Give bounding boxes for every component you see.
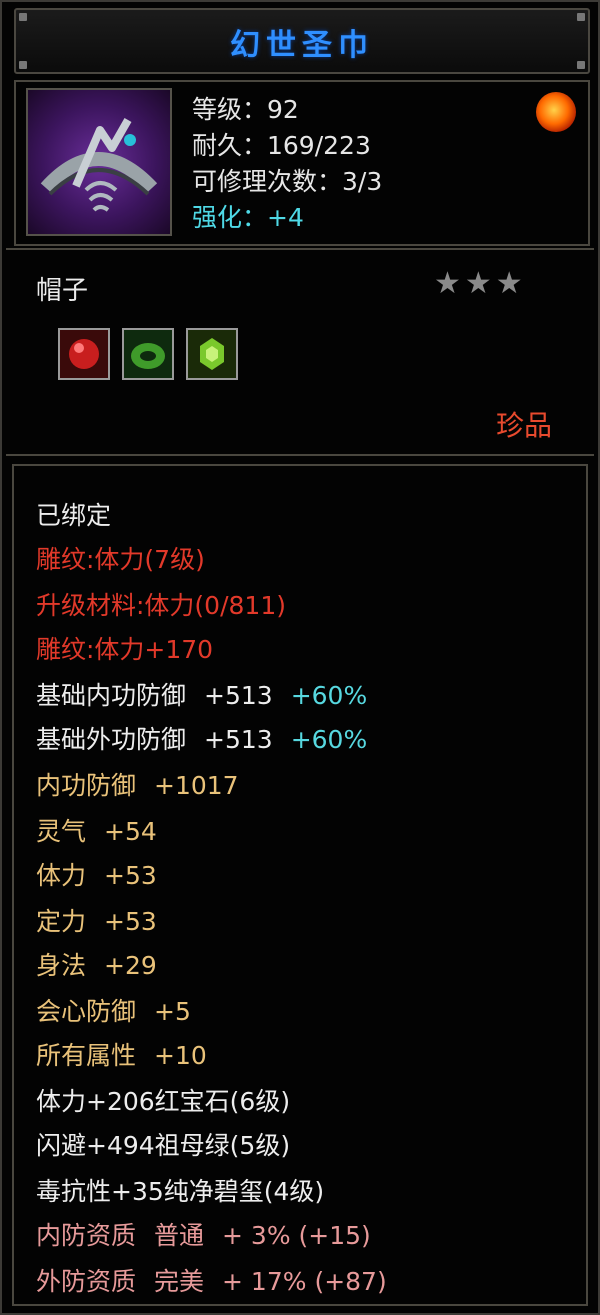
attr-value: +29 (104, 951, 157, 980)
fire-orb-icon (536, 92, 576, 132)
attr-value: +53 (104, 861, 157, 890)
gem-bonus-3: 毒抗性+35纯净碧玺(4级) (36, 1177, 325, 1206)
item-header: 等级：92 耐久：169/223 可修理次数：3/3 强化：+4 (14, 80, 590, 246)
attr-label: 内功防御 (36, 771, 137, 800)
attr-value: +5 (154, 997, 191, 1026)
rarity-label: 珍品 (495, 409, 552, 442)
all-attributes-stat: 所有属性 +10 (36, 1036, 207, 1072)
quality-value: + 17% (+87) (222, 1267, 387, 1296)
item-enhance: 强化：+4 (192, 203, 304, 232)
green-jade-icon-svg (124, 330, 172, 378)
attr-label: 所有属性 (36, 1041, 137, 1070)
green-emerald-icon-svg (188, 330, 236, 378)
inner-defense: 内功防御 +1017 (36, 766, 239, 802)
attr-value: +513 (204, 681, 273, 710)
green-jade-icon (122, 328, 174, 380)
quality-grade: 完美 (154, 1267, 205, 1296)
item-level: 等级：92 (192, 95, 299, 124)
attr-value: +53 (104, 907, 157, 936)
base-outer-defense: 基础外功防御 +513 +60% (36, 720, 367, 756)
item-durability: 耐久：169/223 (192, 131, 371, 160)
attr-label: 体力 (36, 861, 87, 890)
divider (6, 454, 594, 456)
dingli-stat: 定力 +53 (36, 902, 157, 938)
attr-label: 基础内功防御 (36, 681, 187, 710)
attr-label: 外防资质 (36, 1267, 137, 1296)
item-tooltip: 幻世圣巾 等级：92 耐久：169/223 可修理次数：3/3 强化：+4 帽子… (0, 0, 600, 1315)
shenfa-stat: 身法 +29 (36, 946, 157, 982)
attr-label: 会心防御 (36, 997, 137, 1026)
headband-icon (40, 118, 158, 212)
item-icon (26, 88, 172, 236)
star-rating: ★★★ (434, 266, 527, 301)
red-gem-icon-svg (60, 330, 108, 378)
attr-value: +10 (154, 1041, 207, 1070)
item-type: 帽子 (36, 276, 89, 306)
carve-bonus: 雕纹:体力+170 (36, 635, 214, 664)
attr-percent: +60% (290, 681, 368, 710)
attr-label: 基础外功防御 (36, 725, 187, 754)
attr-value: +1017 (154, 771, 239, 800)
attr-label: 灵气 (36, 817, 87, 846)
gem-bonus-1: 体力+206红宝石(6级) (36, 1087, 291, 1116)
item-repair-count: 可修理次数：3/3 (192, 167, 383, 196)
gem-bonus-2: 闪避+494祖母绿(5级) (36, 1131, 291, 1160)
quality-grade: 普通 (154, 1221, 205, 1250)
tili-stat: 体力 +53 (36, 856, 157, 892)
upgrade-material: 升级材料:体力(0/811) (36, 591, 286, 620)
attr-label: 身法 (36, 951, 87, 980)
attr-label: 定力 (36, 907, 87, 936)
carve-level: 雕纹:体力(7级) (36, 545, 205, 574)
lingqi-stat: 灵气 +54 (36, 812, 157, 848)
crit-defense-stat: 会心防御 +5 (36, 992, 191, 1028)
red-gem-icon (58, 328, 110, 380)
base-inner-defense: 基础内功防御 +513 +60% (36, 676, 367, 712)
attr-percent: +60% (290, 725, 368, 754)
attr-value: +513 (204, 725, 273, 754)
bound-status: 已绑定 (36, 501, 112, 530)
divider (6, 248, 594, 250)
inner-quality: 内防资质 普通 + 3% (+15) (36, 1216, 371, 1252)
green-emerald-icon (186, 328, 238, 380)
quality-value: + 3% (+15) (222, 1221, 371, 1250)
title-bar: 幻世圣巾 (14, 8, 590, 74)
outer-quality: 外防资质 完美 + 17% (+87) (36, 1262, 387, 1298)
item-name: 幻世圣巾 (230, 28, 374, 63)
attr-value: +54 (104, 817, 157, 846)
attr-label: 内防资质 (36, 1221, 137, 1250)
